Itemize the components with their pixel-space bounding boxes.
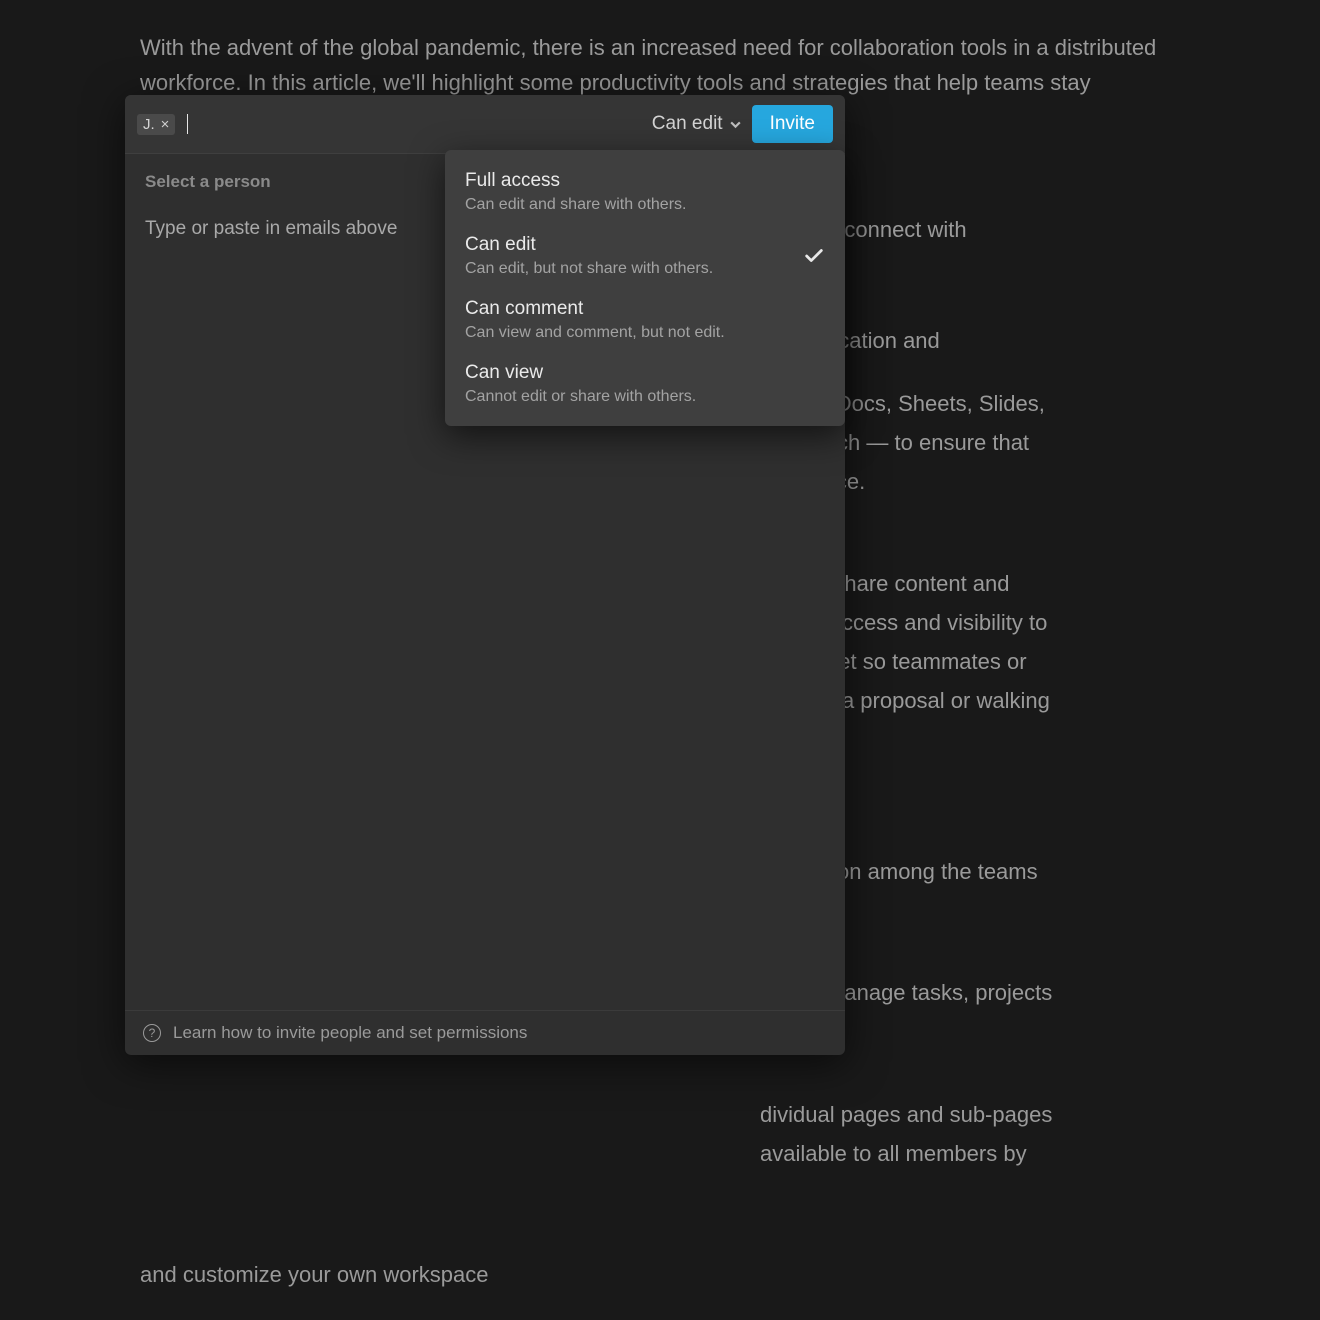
invitee-chip[interactable]: J. × bbox=[137, 114, 175, 135]
remove-chip-icon[interactable]: × bbox=[161, 117, 170, 132]
invite-button[interactable]: Invite bbox=[752, 105, 833, 143]
invite-modal-footer[interactable]: ? Learn how to invite people and set per… bbox=[125, 1010, 845, 1055]
permission-trigger-label: Can edit bbox=[652, 113, 723, 135]
invite-modal-header: J. × Can edit Invite bbox=[125, 95, 845, 154]
permission-dropdown-trigger[interactable]: Can edit bbox=[652, 113, 742, 135]
permission-option-desc: Can view and comment, but not edit. bbox=[465, 324, 725, 342]
permission-option-title: Can edit bbox=[465, 234, 713, 256]
permission-option-can-edit[interactable]: Can edit Can edit, but not share with ot… bbox=[445, 224, 845, 288]
doc-fragment: dividual pages and sub-pages bbox=[140, 1097, 1200, 1132]
doc-fragment: available to all members by bbox=[140, 1136, 1200, 1171]
invitee-chip-label: J. bbox=[143, 116, 155, 133]
permission-option-title: Can view bbox=[465, 362, 696, 384]
help-icon: ? bbox=[143, 1024, 161, 1042]
permission-option-title: Full access bbox=[465, 170, 686, 192]
permission-option-can-comment[interactable]: Can comment Can view and comment, but no… bbox=[445, 288, 845, 352]
check-icon bbox=[803, 245, 825, 267]
text-cursor bbox=[187, 114, 188, 134]
footer-help-link[interactable]: Learn how to invite people and set permi… bbox=[173, 1023, 527, 1043]
permission-dropdown: Full access Can edit and share with othe… bbox=[445, 150, 845, 426]
doc-paragraph: and customize your own workspace bbox=[140, 1257, 1200, 1292]
permission-option-desc: Can edit, but not share with others. bbox=[465, 260, 713, 278]
chevron-down-icon bbox=[729, 118, 742, 131]
permission-option-desc: Can edit and share with others. bbox=[465, 196, 686, 214]
permission-option-title: Can comment bbox=[465, 298, 725, 320]
permission-option-full-access[interactable]: Full access Can edit and share with othe… bbox=[445, 160, 845, 224]
permission-option-desc: Cannot edit or share with others. bbox=[465, 388, 696, 406]
permission-option-can-view[interactable]: Can view Cannot edit or share with other… bbox=[445, 352, 845, 416]
